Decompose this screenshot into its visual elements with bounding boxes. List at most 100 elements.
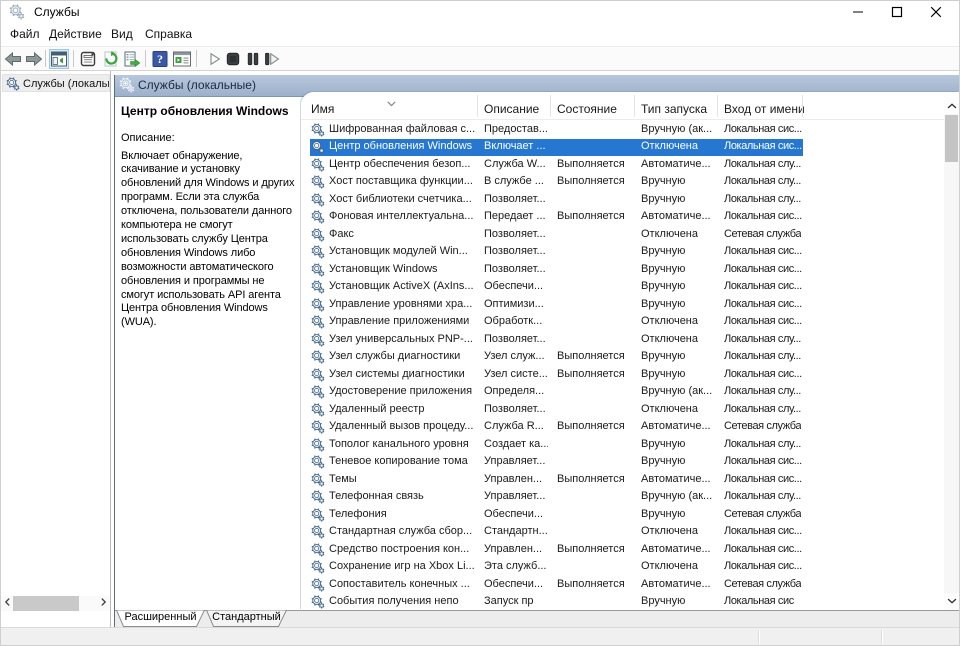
- description-line: смогут использовать API агента: [121, 289, 294, 303]
- column-header-logon-as[interactable]: Вход от имени: [724, 102, 805, 116]
- service-row[interactable]: Удостоверение приложенияОпределя...Вручн…: [301, 384, 944, 402]
- service-row[interactable]: Шифрованная файловая с...Предостав...Вру…: [301, 121, 944, 139]
- back-button[interactable]: [3, 49, 23, 69]
- service-row[interactable]: Установщик модулей Win...Позволяет...Вру…: [301, 244, 944, 262]
- service-row[interactable]: Средство построения кон...Управлен...Вып…: [301, 541, 944, 559]
- cell-description: Служба R...: [484, 420, 548, 432]
- menu-help[interactable]: Справка: [145, 27, 192, 41]
- service-row[interactable]: События получения непоЗапуск прВручнуюЛо…: [301, 594, 944, 610]
- service-row[interactable]: Управление приложениямиОбработк...Отключ…: [301, 314, 944, 332]
- scroll-right-arrow-icon[interactable]: [97, 596, 110, 611]
- menu-view[interactable]: Вид: [111, 27, 133, 41]
- console-body: Службы (локальные) Службы (локальные): [1, 71, 959, 629]
- cell-logon-as: Локальная слу...: [724, 385, 801, 397]
- selected-service-title: Центр обновления Windows: [121, 104, 289, 118]
- column-header-status[interactable]: Состояние: [557, 102, 617, 116]
- description-line: программ. Если эта служба: [121, 191, 294, 205]
- content-area: Службы (локальные) Центр обновления Wind…: [114, 75, 959, 630]
- export-list-button[interactable]: [122, 49, 142, 69]
- scroll-thumb[interactable]: [945, 115, 958, 162]
- column-header-startup-type[interactable]: Тип запуска: [641, 102, 707, 116]
- service-row[interactable]: ТемыУправлен...ВыполняетсяАвтоматиче...Л…: [301, 471, 944, 489]
- cell-description: Служба W...: [484, 158, 548, 170]
- cell-logon-as: Локальная слу...: [724, 403, 801, 415]
- service-row[interactable]: Установщик ActiveX (AxIns...Обеспечи...В…: [301, 279, 944, 297]
- close-button[interactable]: [913, 1, 959, 23]
- cell-name: Сопоставитель конечных ...: [329, 578, 477, 590]
- statusbar-divider: [881, 630, 882, 644]
- service-row[interactable]: Установщик WindowsПозволяет...ВручнуюЛок…: [301, 261, 944, 279]
- cell-description: Определя...: [484, 385, 548, 397]
- tree-item-services-local[interactable]: Службы (локальные): [2, 74, 110, 92]
- service-row[interactable]: Центр обеспечения безоп...Служба W...Вып…: [301, 156, 944, 174]
- refresh-button[interactable]: [101, 49, 121, 69]
- service-row[interactable]: Управление уровнями хра...Оптимизи...Вру…: [301, 296, 944, 314]
- service-row[interactable]: Удаленный реестрПозволяет...ОтключенаЛок…: [301, 401, 944, 419]
- service-gear-icon: [311, 123, 325, 137]
- service-row[interactable]: ФаксПозволяет...ОтключенаСетевая служба: [301, 226, 944, 244]
- service-row[interactable]: Сопоставитель конечных ...Обеспечи...Вып…: [301, 576, 944, 594]
- scroll-up-arrow-icon[interactable]: [944, 97, 959, 114]
- service-row[interactable]: Узел универсальных PNP-...Позволяет...От…: [301, 331, 944, 349]
- service-gear-icon: [311, 438, 325, 452]
- service-row[interactable]: Центр обновления WindowsВключает ...Откл…: [301, 139, 944, 157]
- cell-description: Позволяет...: [484, 333, 548, 345]
- service-row[interactable]: Узел системы диагностикиУзел систе...Вып…: [301, 366, 944, 384]
- service-row[interactable]: Телефонная связьУправляет...Вручную (ак.…: [301, 489, 944, 507]
- column-separator[interactable]: [477, 95, 478, 117]
- cell-description: Узел систе...: [484, 368, 548, 380]
- restart-service-button[interactable]: [262, 49, 282, 69]
- column-header-name[interactable]: Имя: [311, 102, 334, 116]
- service-row[interactable]: Теневое копирование томаУправляет...Вруч…: [301, 454, 944, 472]
- cell-startup-type: Отключена: [641, 315, 715, 327]
- description-line: (WUA).: [121, 316, 294, 330]
- service-row[interactable]: Тополог канального уровняСоздает ка...Вр…: [301, 436, 944, 454]
- start-service-button[interactable]: [205, 49, 225, 69]
- column-header-description[interactable]: Описание: [484, 102, 539, 116]
- cell-name: Удаленный реестр: [329, 403, 477, 415]
- service-gear-icon: [311, 315, 325, 329]
- service-row[interactable]: Хост поставщика функции...В службе ...Вы…: [301, 174, 944, 192]
- cell-startup-type: Автоматиче...: [641, 543, 715, 555]
- cell-logon-as: Локальная слу...: [724, 438, 801, 450]
- help-button[interactable]: ?: [150, 49, 170, 69]
- cell-name: Установщик ActiveX (AxIns...: [329, 280, 477, 292]
- forward-button[interactable]: [24, 49, 44, 69]
- menu-file[interactable]: Файл: [10, 27, 40, 41]
- service-row[interactable]: Сохранение игр на Xbox Li...Эта служб...…: [301, 559, 944, 577]
- service-gear-icon: [311, 368, 325, 382]
- service-row[interactable]: ТелефонияОбеспечи...ВручнуюСетевая служб…: [301, 506, 944, 524]
- properties-button[interactable]: [78, 49, 98, 69]
- service-row[interactable]: Удаленный вызов процеду...Служба R...Вып…: [301, 419, 944, 437]
- show-help-window-button[interactable]: [172, 49, 192, 69]
- column-separator[interactable]: [634, 95, 635, 117]
- tree-horizontal-scrollbar[interactable]: [1, 596, 110, 611]
- cell-name: Узел службы диагностики: [329, 350, 477, 362]
- console-tree-panel: Службы (локальные): [1, 71, 111, 629]
- cell-status: Выполняется: [557, 350, 633, 362]
- cell-startup-type: Отключена: [641, 228, 715, 240]
- vertical-scrollbar[interactable]: [944, 97, 959, 610]
- cell-name: Узел системы диагностики: [329, 368, 477, 380]
- service-row[interactable]: Узел службы диагностикиУзел служ...Выпол…: [301, 349, 944, 367]
- service-row[interactable]: Стандартная служба сбор...Стандартн...От…: [301, 524, 944, 542]
- scroll-down-arrow-icon[interactable]: [944, 593, 959, 610]
- show-hide-console-tree-button[interactable]: [49, 49, 69, 69]
- tab-standard[interactable]: Стандартный: [206, 610, 287, 627]
- cell-logon-as: Локальная сис...: [724, 245, 802, 257]
- service-row[interactable]: Фоновая интеллектуальна...Передает ...Вы…: [301, 209, 944, 227]
- cell-description: Предостав...: [484, 123, 548, 135]
- cell-name: Теневое копирование тома: [329, 455, 477, 467]
- pause-service-button[interactable]: [243, 49, 263, 69]
- column-separator[interactable]: [802, 95, 803, 117]
- service-row[interactable]: Хост библиотеки счетчика...Позволяет...В…: [301, 191, 944, 209]
- tab-extended[interactable]: Расширенный: [116, 610, 205, 627]
- column-separator[interactable]: [550, 95, 551, 117]
- column-separator[interactable]: [717, 95, 718, 117]
- menu-action[interactable]: Действие: [49, 27, 102, 41]
- service-gear-icon: [311, 350, 325, 364]
- scroll-thumb[interactable]: [13, 596, 79, 611]
- stop-service-button[interactable]: [223, 49, 243, 69]
- cell-description: Стандартн...: [484, 525, 548, 537]
- cell-description: Позволяет...: [484, 245, 548, 257]
